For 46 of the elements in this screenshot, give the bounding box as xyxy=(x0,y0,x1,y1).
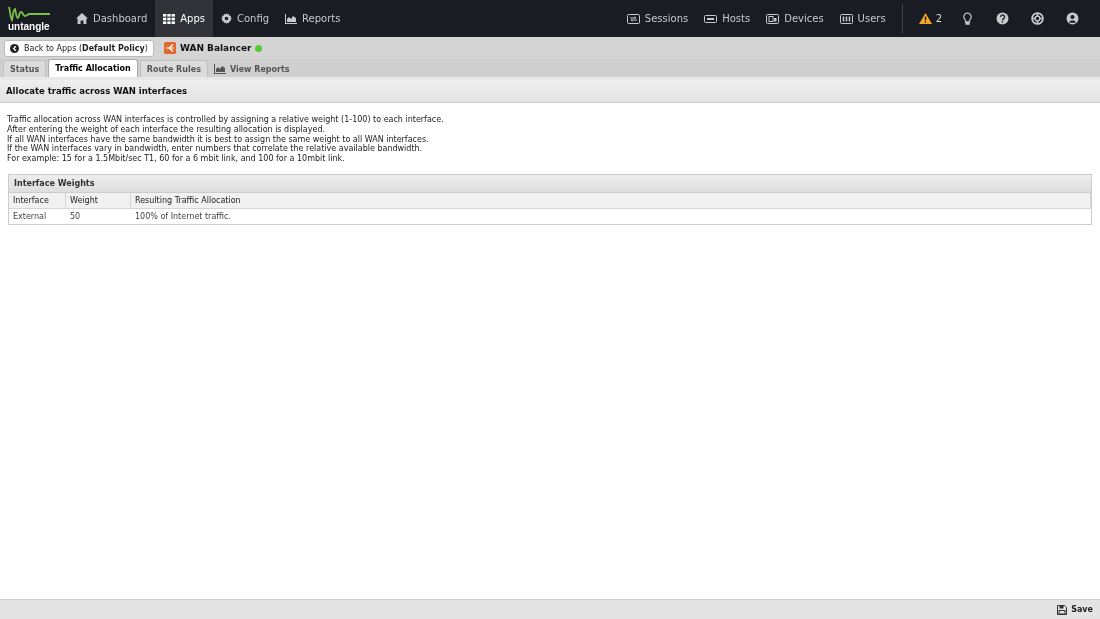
column-header[interactable]: Weight xyxy=(66,193,131,208)
grid-title: Interface Weights xyxy=(9,175,1091,193)
description-text: Traffic allocation across WAN interfaces is controlled by assigning a relative weight (1-100) to each interface. xyxy=(7,115,445,125)
monitor-icon xyxy=(626,13,640,24)
description-text: If all WAN interfaces have the same bandwidth it is best to assign the same weight to all WAN interfaces. xyxy=(7,134,430,145)
alerts-button[interactable]: 2 xyxy=(910,0,950,37)
users-icon xyxy=(839,13,853,24)
app-title: WAN Balancer xyxy=(179,43,252,53)
save-button[interactable]: Save xyxy=(1057,604,1093,615)
gear-icon xyxy=(221,13,232,24)
back-button[interactable]: Back to Apps (Default Policy) xyxy=(4,39,154,57)
nav-link[interactable]: Devices xyxy=(758,0,832,37)
description-text: After entering the weight of each interface the resulting allocation is displayed. xyxy=(7,124,327,135)
description-text: For example: 15 for a 1.5Mbit/sec T1, 60 for a 6 mbit link, and 100 for a 10mbit link. xyxy=(7,154,346,164)
server-icon xyxy=(704,13,718,24)
home-icon xyxy=(76,13,88,24)
table-cell-text: External xyxy=(12,211,48,223)
nav-tab[interactable]: Config xyxy=(213,0,278,37)
lightbulb-icon[interactable] xyxy=(961,12,974,25)
app-icon xyxy=(163,42,176,54)
area-chart-icon xyxy=(285,13,298,24)
lifebuoy-icon[interactable] xyxy=(1031,12,1044,25)
account-icon[interactable] xyxy=(1066,12,1079,25)
nav-link[interactable]: Hosts xyxy=(696,0,759,37)
help-icon[interactable] xyxy=(996,12,1009,25)
devices-icon xyxy=(766,13,780,24)
nav-tab[interactable]: Reports xyxy=(277,0,349,37)
grid-icon xyxy=(163,13,176,24)
nav-link[interactable]: Users xyxy=(831,0,894,37)
table-cell-text: 100% of Internet traffic. xyxy=(134,211,232,223)
table-cell-text: 50 xyxy=(69,211,82,223)
back-arrow-icon xyxy=(10,43,19,53)
column-header[interactable]: Resulting Traffic Allocation xyxy=(131,193,1091,208)
nav-tab[interactable]: Dashboard xyxy=(68,0,156,37)
view-reports-link[interactable]: View Reports xyxy=(209,61,294,77)
warning-icon xyxy=(918,13,932,24)
nav-tab[interactable]: Apps xyxy=(155,0,213,37)
area-chart-icon xyxy=(213,64,226,74)
tab[interactable]: Status xyxy=(3,60,47,77)
untangle-logo[interactable]: untangle xyxy=(0,0,68,37)
column-header[interactable]: Interface xyxy=(9,193,66,208)
description-text: If the WAN interfaces vary in bandwidth, enter numbers that correlate the relative available bandwidth. xyxy=(7,144,424,155)
tab[interactable]: Route Rules xyxy=(139,60,208,77)
nav-link[interactable]: Sessions xyxy=(618,0,697,37)
panel-title: Allocate traffic across WAN interfaces xyxy=(0,80,1100,103)
tab[interactable]: Traffic Allocation xyxy=(48,59,138,77)
